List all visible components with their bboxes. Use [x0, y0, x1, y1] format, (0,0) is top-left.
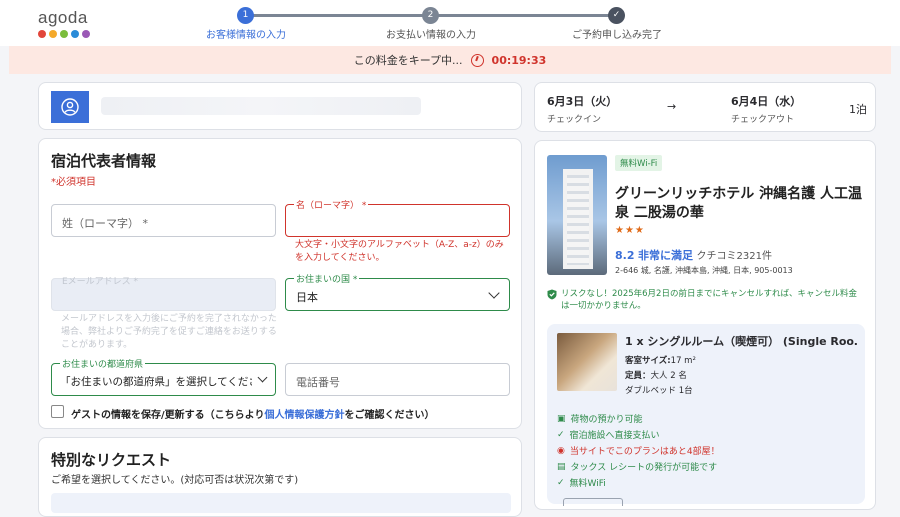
- timer-countdown: 00:19:33: [491, 53, 547, 67]
- last-name-input[interactable]: 姓（ローマ字） *: [51, 204, 276, 237]
- feature-pay-at-hotel: ✓ 宿泊施設へ直接支払い: [557, 429, 660, 442]
- room-title: 1 x シングルルーム（喫煙可） (Single Roo…: [625, 335, 857, 348]
- last-name-placeholder: 姓（ローマ字） *: [62, 217, 148, 230]
- hotel-address: 2-646 城, 名護, 沖縄本島, 沖縄, 日本, 905-0013: [615, 266, 793, 275]
- room-size-label: 客室サイズ:: [625, 356, 671, 366]
- email-help-text: メールアドレスを入力後にご予約を完了されなかった場合、弊社よりご予約完了を促すご…: [61, 314, 277, 350]
- checkin-label: チェックイン: [547, 115, 602, 125]
- logo-dots: [38, 30, 90, 38]
- save-text-prefix: ゲストの情報を保存/更新する（こちらより: [71, 410, 265, 421]
- save-text-suffix: をご確認ください）: [344, 410, 435, 421]
- email-input[interactable]: Eメールアドレス *: [51, 277, 276, 311]
- nights-count: 1泊: [849, 103, 867, 116]
- first-name-input[interactable]: 名（ローマ字） *: [285, 198, 510, 237]
- room-capacity-label: 定員：: [625, 371, 651, 381]
- stay-dates-card: 6月3日（火） チェックイン → 6月4日（水） チェックアウト 1泊: [534, 82, 876, 132]
- step-2-circle: 2: [422, 7, 439, 24]
- checkin-date: 6月3日（火）: [547, 95, 618, 108]
- save-guest-text: ゲストの情報を保存/更新する（こちらより個人情報保護方針をご確認ください）: [71, 406, 434, 421]
- room-size: 客室サイズ:17 m²: [625, 354, 696, 366]
- country-value: 日本: [296, 291, 318, 304]
- feature-free-wifi: ✓ 無料WiFi: [557, 477, 606, 490]
- step-1-label: お客様情報の入力: [206, 30, 286, 41]
- check-icon: ✓: [557, 429, 565, 440]
- first-name-label: 名（ローマ字） *: [294, 198, 369, 211]
- step-2-label: お支払い情報の入力: [386, 30, 476, 41]
- cancellation-text: リスクなし！2025年6月2日の前日までにキャンセルすれば、キャンセル料金は一切…: [561, 289, 857, 311]
- save-guest-checkbox[interactable]: [51, 405, 64, 418]
- privacy-policy-link[interactable]: 個人情報保護方針: [264, 410, 344, 421]
- blurred-account-info: [101, 97, 421, 115]
- feature-tax-receipt: ▤ タックス レシートの発行が可能です: [557, 461, 718, 474]
- step-1-circle: 1: [237, 7, 254, 24]
- hotel-name[interactable]: グリーンリッチホテル 沖縄名護 人工温泉 二股湯の華: [615, 185, 865, 223]
- request-options-area: [51, 493, 511, 513]
- cancellation-note: リスクなし！2025年6月2日の前日までにキャンセルすれば、キャンセル料金は一切…: [547, 288, 865, 312]
- room-capacity: 定員：大人 2 名: [625, 369, 687, 381]
- special-request-card: 特別なリクエスト ご希望を選択してください。(対応可否は状況次第です): [38, 437, 522, 517]
- prefecture-value: 「お住まいの都道府県」を選択してください: [60, 376, 252, 388]
- chevron-down-icon: [257, 372, 268, 383]
- hotel-photo[interactable]: [547, 155, 607, 275]
- user-account-card: [38, 82, 522, 130]
- feature-luggage: ▣ 荷物の預かり可能: [557, 413, 643, 426]
- chevron-down-icon: [488, 287, 500, 299]
- special-request-title: 特別なリクエスト: [51, 451, 172, 469]
- prefecture-select[interactable]: お住まいの都道府県 「お住まいの都道府県」を選択してください: [51, 357, 276, 396]
- check-icon: ✓: [557, 477, 565, 488]
- room-size-value: 17 m²: [670, 356, 696, 366]
- arrow-right-icon: →: [667, 100, 677, 113]
- review-summary: 8.2 非常に満足 クチコミ2321件: [615, 247, 772, 263]
- price-hold-timer-bar: この料金をキープ中... 00:19:33: [9, 46, 891, 74]
- shield-check-icon: [547, 289, 557, 300]
- guest-info-card: 宿泊代表者情報 *必須項目 姓（ローマ字） * 名（ローマ字） * 大文字・小文…: [38, 138, 522, 429]
- star-rating: ★★★: [615, 225, 645, 236]
- clock-icon: [470, 53, 484, 67]
- top-header: agoda 1 お客様情報の入力 2 お支払い情報の入力 ✓ ご予約申し込み完了: [0, 0, 900, 46]
- email-label: Eメールアドレス *: [62, 277, 139, 287]
- room-capacity-value: 大人 2 名: [650, 371, 687, 381]
- alert-icon: ◉: [557, 445, 565, 456]
- checkout-label: チェックアウト: [731, 115, 795, 125]
- rating-text: 非常に満足: [638, 249, 693, 262]
- step-3-check-icon: ✓: [608, 7, 625, 24]
- avatar[interactable]: [51, 91, 89, 123]
- phone-placeholder: 電話番号: [296, 376, 340, 389]
- luggage-icon: ▣: [557, 413, 566, 424]
- hotel-summary-card: 無料Wi-Fi グリーンリッチホテル 沖縄名護 人工温泉 二股湯の華 ★★★ 8…: [534, 140, 876, 510]
- receipt-icon: ▤: [557, 461, 566, 472]
- agoda-logo[interactable]: agoda: [38, 8, 90, 38]
- step-3-label: ご予約申し込み完了: [572, 30, 662, 41]
- country-label: お住まいの国 *: [294, 272, 360, 285]
- first-name-error: 大文字・小文字のアルファベット（A-Z、a-z）のみを入力してください。: [295, 240, 504, 263]
- user-icon: [61, 98, 79, 116]
- logo-text: agoda: [38, 8, 88, 27]
- checkout-date: 6月4日（水）: [731, 95, 802, 108]
- guest-info-title: 宿泊代表者情報: [51, 152, 157, 170]
- feature-rooms-left: ◉ 当サイトでこのプランはあと4部屋！: [557, 445, 720, 458]
- room-more-button[interactable]: [563, 498, 623, 506]
- free-wifi-badge: 無料Wi-Fi: [615, 155, 663, 171]
- phone-input[interactable]: 電話番号: [285, 363, 510, 396]
- review-count: クチコミ2321件: [696, 251, 772, 262]
- timer-text: この料金をキープ中...: [353, 54, 463, 67]
- special-request-subtitle: ご希望を選択してください。(対応可否は状況次第です): [51, 475, 299, 486]
- required-note: *必須項目: [51, 177, 96, 188]
- room-bed: ダブルベッド 1台: [625, 386, 693, 396]
- rating-score: 8.2: [615, 249, 635, 262]
- room-photo[interactable]: [557, 333, 617, 391]
- country-select[interactable]: お住まいの国 * 日本: [285, 272, 510, 311]
- prefecture-label: お住まいの都道府県: [60, 357, 146, 370]
